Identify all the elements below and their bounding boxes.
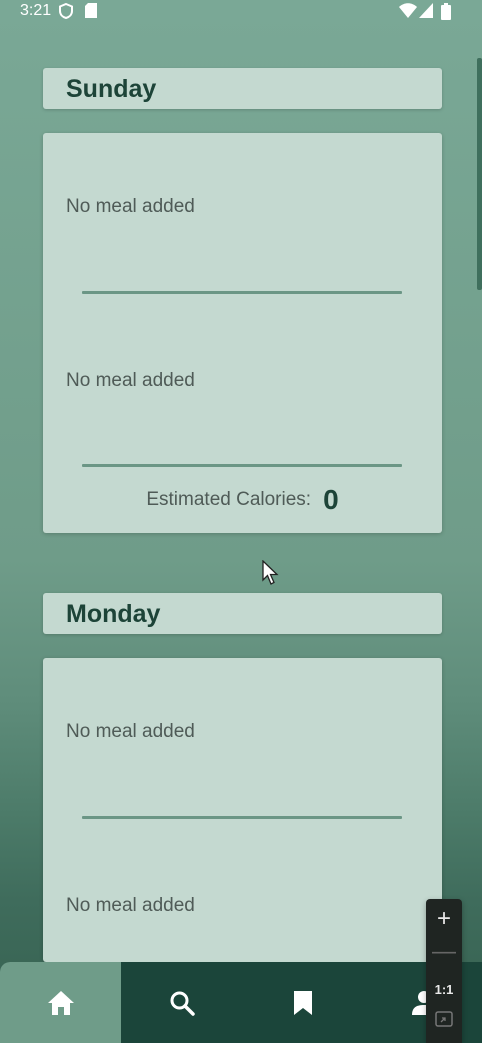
meal-divider: [82, 291, 402, 294]
day-card-sunday: No meal added No meal added Estimated Ca…: [43, 133, 442, 533]
nav-search[interactable]: [121, 962, 242, 1043]
meal-slot-text[interactable]: No meal added: [66, 370, 195, 392]
day-header-monday: Monday: [43, 593, 442, 634]
wifi-icon: [399, 3, 417, 23]
scroll-indicator[interactable]: [477, 58, 482, 290]
zoom-in-button[interactable]: +: [426, 904, 462, 934]
day-card-monday: No meal added No meal added: [43, 658, 442, 962]
zoom-out-button[interactable]: —: [426, 937, 462, 967]
meal-slot-text[interactable]: No meal added: [66, 895, 195, 917]
nav-bookmarks[interactable]: [242, 962, 363, 1043]
bottom-nav: [0, 962, 482, 1043]
battery-icon: [441, 3, 451, 25]
fit-screen-icon[interactable]: [426, 1011, 462, 1037]
status-time: 3:21: [20, 2, 52, 19]
bookmark-icon: [293, 990, 313, 1021]
nav-home[interactable]: [0, 962, 121, 1043]
calories-label: Estimated Calories:: [146, 489, 312, 510]
sim-card-icon: [85, 3, 97, 23]
zoom-control: + — 1:1: [426, 899, 462, 1043]
home-icon: [47, 990, 75, 1021]
nav-profile[interactable]: [363, 962, 482, 1043]
shield-icon: [59, 2, 73, 24]
meal-slot-text[interactable]: No meal added: [66, 196, 195, 218]
signal-icon: [419, 3, 433, 23]
meal-divider: [82, 816, 402, 819]
calories-value: 0: [323, 484, 339, 515]
day-title: Monday: [66, 600, 161, 628]
day-title: Sunday: [66, 75, 157, 103]
mouse-cursor-icon: [262, 559, 280, 591]
calories-row: Estimated Calories: 0: [43, 484, 442, 516]
status-bar: 3:21: [0, 0, 482, 26]
zoom-reset-button[interactable]: 1:1: [426, 979, 462, 1001]
meal-slot-text[interactable]: No meal added: [66, 721, 195, 743]
day-header-sunday: Sunday: [43, 68, 442, 109]
meal-divider: [82, 464, 402, 467]
search-icon: [169, 990, 195, 1021]
